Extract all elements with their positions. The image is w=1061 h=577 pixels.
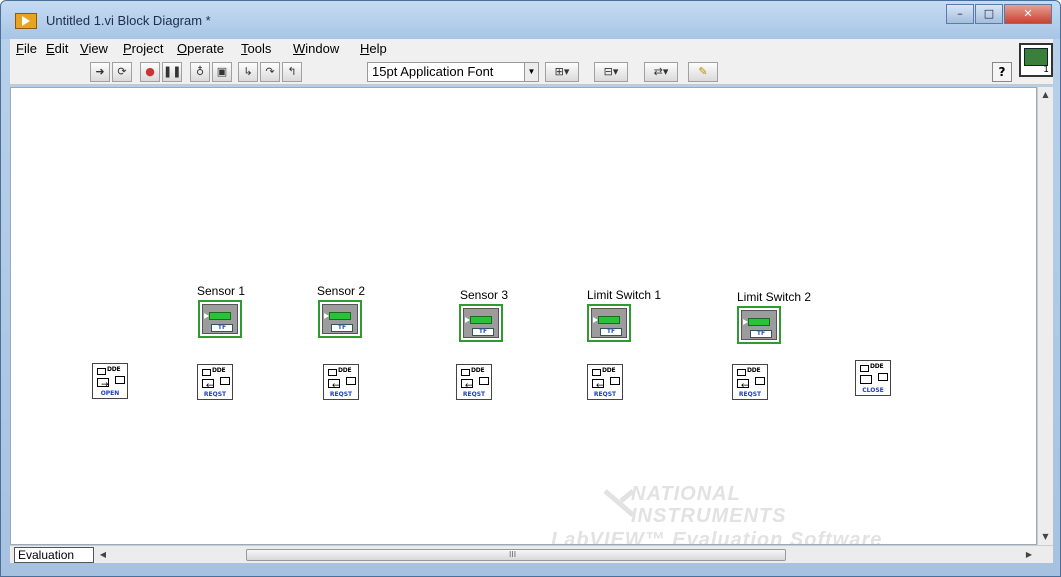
watermark-instruments: INSTRUMENTS bbox=[631, 505, 787, 527]
evaluation-tab[interactable]: Evaluation bbox=[14, 547, 94, 563]
indicator-label-sensor-3: Sensor 3 bbox=[460, 288, 509, 302]
step-over-icon[interactable]: ↷ bbox=[260, 62, 280, 82]
labview-window: Untitled 1.vi Block Diagram * – □ ✕ File… bbox=[0, 0, 1061, 577]
help-button[interactable]: ? bbox=[992, 62, 1012, 82]
ni-evaluation-watermark: NATIONAL INSTRUMENTS LabVIEW™ Evaluation… bbox=[551, 483, 1031, 545]
run-continuous-icon[interactable]: ⟳ bbox=[112, 62, 132, 82]
maximize-button[interactable]: □ bbox=[975, 4, 1003, 24]
boolean-indicator-sensor-1[interactable]: TF bbox=[198, 300, 242, 338]
toolbar: ➜ ⟳ ● ❚❚ ♁ ▣ ↳ ↷ ↰ 15pt Application Font… bbox=[10, 59, 1053, 85]
dde-request-node-4[interactable]: DDE ← REQST bbox=[587, 364, 623, 400]
font-select[interactable]: 15pt Application Font ▼ bbox=[367, 62, 539, 82]
scroll-down-icon[interactable]: ▼ bbox=[1038, 529, 1053, 545]
scroll-right-icon[interactable]: ▶ bbox=[1022, 547, 1036, 563]
distribute-objects-icon[interactable]: ⊟▾ bbox=[594, 62, 628, 82]
bottom-bar: Evaluation ◀ III ▶ bbox=[10, 545, 1053, 563]
align-objects-icon[interactable]: ⊞▾ bbox=[545, 62, 579, 82]
menu-view[interactable]: View bbox=[80, 41, 108, 56]
close-button[interactable]: ✕ bbox=[1004, 4, 1052, 24]
menu-tools[interactable]: Tools bbox=[241, 41, 271, 56]
watermark-national: NATIONAL bbox=[631, 483, 741, 505]
chevron-down-icon[interactable]: ▼ bbox=[524, 63, 538, 81]
menu-edit[interactable]: Edit bbox=[46, 41, 68, 56]
scroll-up-icon[interactable]: ▲ bbox=[1038, 87, 1053, 103]
boolean-indicator-limit-switch-1[interactable]: TF bbox=[587, 304, 631, 342]
run-arrow-icon[interactable]: ➜ bbox=[90, 62, 110, 82]
dde-request-node-5[interactable]: DDE ← REQST bbox=[732, 364, 768, 400]
cleanup-diagram-icon[interactable]: ✎ bbox=[688, 62, 718, 82]
indicator-label-limit-switch-2: Limit Switch 2 bbox=[737, 290, 812, 304]
window-controls: – □ ✕ bbox=[945, 4, 1052, 24]
abort-icon[interactable]: ● bbox=[140, 62, 160, 82]
watermark-labview-evaluation: LabVIEW™ Evaluation Software bbox=[551, 529, 883, 545]
boolean-indicator-limit-switch-2[interactable]: TF bbox=[737, 306, 781, 344]
scroll-left-icon[interactable]: ◀ bbox=[96, 547, 110, 563]
retain-wire-values-icon[interactable]: ▣ bbox=[212, 62, 232, 82]
menu-help[interactable]: Help bbox=[360, 41, 387, 56]
horizontal-scrollbar[interactable]: ◀ III ▶ bbox=[96, 547, 1036, 563]
dde-open-node[interactable]: DDE → OPEN bbox=[92, 363, 128, 399]
block-diagram-canvas[interactable]: Sensor 1 Sensor 2 Sensor 3 Limit Switch … bbox=[10, 87, 1037, 545]
dde-close-node[interactable]: DDE CLOSE bbox=[855, 360, 891, 396]
indicator-label-sensor-2: Sensor 2 bbox=[317, 284, 366, 298]
boolean-indicator-sensor-2[interactable]: TF bbox=[318, 300, 362, 338]
vertical-scrollbar[interactable]: ▲ ▼ bbox=[1037, 87, 1053, 545]
labview-app-icon bbox=[15, 13, 37, 29]
indicator-label-sensor-1: Sensor 1 bbox=[197, 284, 246, 298]
dde-request-node-3[interactable]: DDE ← REQST bbox=[456, 364, 492, 400]
step-into-icon[interactable]: ↳ bbox=[238, 62, 258, 82]
title-bar[interactable]: Untitled 1.vi Block Diagram * – □ ✕ bbox=[1, 1, 1060, 39]
step-out-icon[interactable]: ↰ bbox=[282, 62, 302, 82]
boolean-indicator-sensor-3[interactable]: TF bbox=[459, 304, 503, 342]
menu-project[interactable]: Project bbox=[123, 41, 163, 56]
menu-bar: File Edit View Project Operate Tools Win… bbox=[10, 39, 1053, 59]
window-title: Untitled 1.vi Block Diagram * bbox=[46, 13, 211, 28]
menu-window[interactable]: Window bbox=[293, 41, 339, 56]
dde-request-node-2[interactable]: DDE ← REQST bbox=[323, 364, 359, 400]
indicator-label-limit-switch-1: Limit Switch 1 bbox=[587, 288, 662, 302]
vi-connector-icon[interactable]: 1 bbox=[1019, 43, 1053, 77]
horizontal-scroll-thumb[interactable]: III bbox=[246, 549, 786, 561]
menu-file[interactable]: File bbox=[16, 41, 37, 56]
highlight-execution-icon[interactable]: ♁ bbox=[190, 62, 210, 82]
pause-icon[interactable]: ❚❚ bbox=[162, 62, 182, 82]
menu-operate[interactable]: Operate bbox=[177, 41, 224, 56]
reorder-icon[interactable]: ⇄▾ bbox=[644, 62, 678, 82]
dde-request-node-1[interactable]: DDE ← REQST bbox=[197, 364, 233, 400]
minimize-button[interactable]: – bbox=[946, 4, 974, 24]
